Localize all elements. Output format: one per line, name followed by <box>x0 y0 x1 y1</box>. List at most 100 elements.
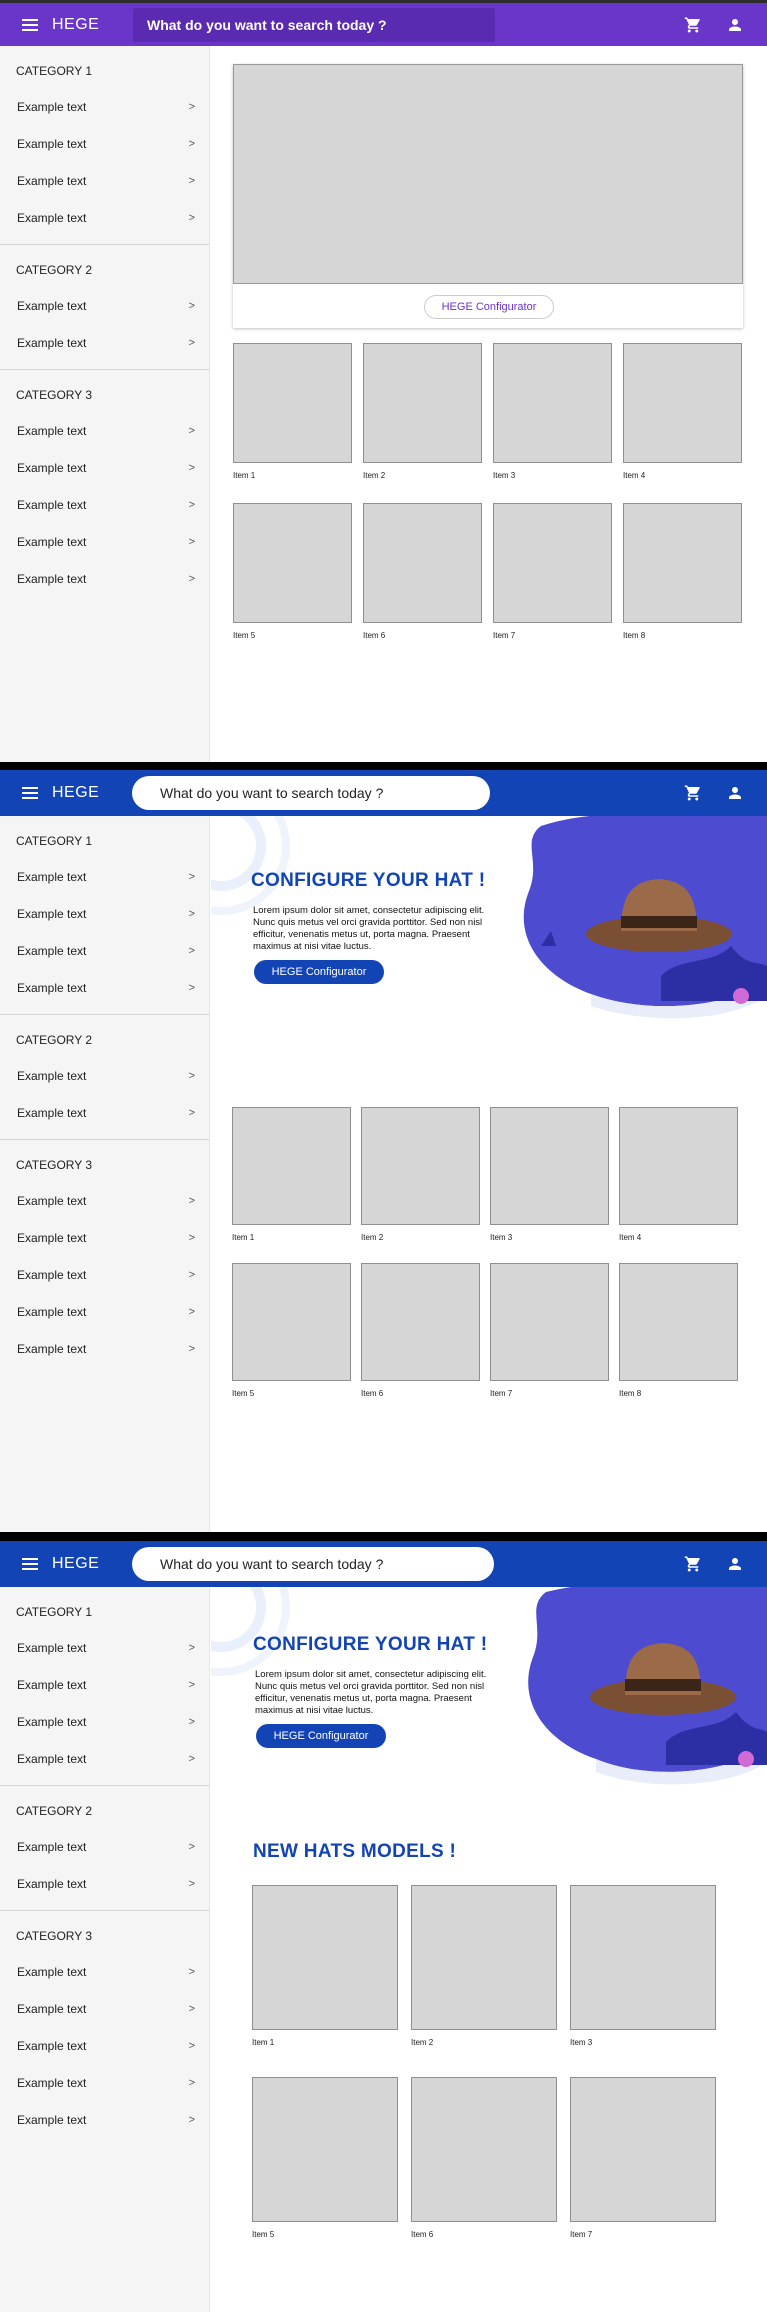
chevron-right-icon: > <box>188 1069 195 1082</box>
sidebar-item[interactable]: Example text > <box>0 932 209 969</box>
sidebar-item[interactable]: Example text > <box>0 1057 209 1094</box>
configurator-button[interactable]: HEGE Configurator <box>424 295 554 319</box>
product-tile[interactable]: Item 2 <box>361 1107 480 1242</box>
sidebar-item[interactable]: Example text > <box>0 199 209 236</box>
sidebar-item[interactable]: Example text > <box>0 1828 209 1865</box>
user-icon[interactable] <box>726 1555 744 1573</box>
search-input[interactable]: What do you want to search today ? <box>132 1547 494 1581</box>
product-label: Item 7 <box>570 2230 593 2239</box>
sidebar-item[interactable]: Example text > <box>0 2064 209 2101</box>
sidebar-item-label: Example text <box>17 980 87 995</box>
sidebar-item-label: Example text <box>17 423 87 438</box>
product-tile[interactable]: Item 6 <box>363 503 482 640</box>
cart-icon[interactable] <box>684 784 702 802</box>
chevron-right-icon: > <box>188 461 195 474</box>
sidebar-item[interactable]: Example text > <box>0 2101 209 2138</box>
product-tile[interactable]: Item 7 <box>570 2077 716 2239</box>
sidebar-item[interactable]: Example text > <box>0 858 209 895</box>
sidebar-item-label: Example text <box>17 2038 87 2053</box>
product-tile[interactable]: Item 2 <box>411 1885 557 2047</box>
product-label: Item 4 <box>619 1233 642 1242</box>
chevron-right-icon: > <box>188 1342 195 1355</box>
category-title: CATEGORY 1 <box>16 1605 93 1619</box>
category-title: CATEGORY 1 <box>16 64 93 78</box>
category-3: CATEGORY 3 Example text > Example text > Exam… <box>0 1140 209 1367</box>
product-tile[interactable]: Item 6 <box>361 1263 480 1398</box>
sidebar-item[interactable]: Example text > <box>0 1293 209 1330</box>
sidebar-item-label: Example text <box>17 1714 87 1729</box>
sidebar-item[interactable]: Example text > <box>0 895 209 932</box>
product-tile[interactable]: Item 6 <box>411 2077 557 2239</box>
product-tile[interactable]: Item 3 <box>493 343 612 480</box>
brand-logo[interactable]: HEGE <box>52 1555 99 1573</box>
product-tile[interactable]: Item 4 <box>623 343 742 480</box>
sidebar-item[interactable]: Example text > <box>0 486 209 523</box>
product-tile[interactable]: Item 1 <box>232 1107 351 1242</box>
sidebar-item-label: Example text <box>17 210 87 225</box>
sidebar-item[interactable]: Example text > <box>0 162 209 199</box>
user-icon[interactable] <box>726 784 744 802</box>
banner-image-placeholder <box>233 64 743 284</box>
product-tile[interactable]: Item 5 <box>233 503 352 640</box>
category-title: CATEGORY 2 <box>16 1804 93 1818</box>
sidebar-item[interactable]: Example text > <box>0 1953 209 1990</box>
chevron-right-icon: > <box>188 1106 195 1119</box>
sidebar-item[interactable]: Example text > <box>0 1256 209 1293</box>
sidebar-item-label: Example text <box>17 906 87 921</box>
sidebar-item[interactable]: Example text > <box>0 1219 209 1256</box>
menu-icon[interactable] <box>22 1558 38 1570</box>
brand-logo[interactable]: HEGE <box>52 784 99 802</box>
product-tile[interactable]: Item 1 <box>233 343 352 480</box>
brand-logo[interactable]: HEGE <box>52 16 99 34</box>
product-image-placeholder <box>619 1263 738 1381</box>
sidebar-item[interactable]: Example text > <box>0 2027 209 2064</box>
sidebar-item[interactable]: Example text > <box>0 412 209 449</box>
sidebar-item[interactable]: Example text > <box>0 324 209 361</box>
cart-icon[interactable] <box>684 1555 702 1573</box>
product-tile[interactable]: Item 2 <box>363 343 482 480</box>
product-tile[interactable]: Item 3 <box>490 1107 609 1242</box>
cart-icon[interactable] <box>684 16 702 34</box>
menu-icon[interactable] <box>22 18 38 31</box>
configurator-button[interactable]: HEGE Configurator <box>254 960 384 984</box>
sidebar-item-label: Example text <box>17 1640 87 1655</box>
sidebar-item[interactable]: Example text > <box>0 523 209 560</box>
category-title: CATEGORY 3 <box>16 388 93 402</box>
sidebar-item[interactable]: Example text > <box>0 1666 209 1703</box>
sidebar-item[interactable]: Example text > <box>0 1629 209 1666</box>
user-icon[interactable] <box>726 16 744 34</box>
menu-icon[interactable] <box>22 787 38 799</box>
search-input[interactable]: What do you want to search today ? <box>133 7 495 42</box>
product-tile[interactable]: Item 8 <box>619 1263 738 1398</box>
sidebar-item[interactable]: Example text > <box>0 1330 209 1367</box>
search-input[interactable]: What do you want to search today ? <box>132 776 490 810</box>
product-tile[interactable]: Item 8 <box>623 503 742 640</box>
product-tile[interactable]: Item 7 <box>490 1263 609 1398</box>
sidebar-item-label: Example text <box>17 1964 87 1979</box>
sidebar-item[interactable]: Example text > <box>0 969 209 1006</box>
sidebar-item-label: Example text <box>17 99 87 114</box>
product-tile[interactable]: Item 4 <box>619 1107 738 1242</box>
sidebar-item-label: Example text <box>17 869 87 884</box>
sidebar-item-label: Example text <box>17 534 87 549</box>
wireframe-2: HEGE What do you want to search today ? … <box>0 770 767 1532</box>
sidebar-item[interactable]: Example text > <box>0 88 209 125</box>
sidebar-item[interactable]: Example text > <box>0 560 209 597</box>
sidebar-item[interactable]: Example text > <box>0 1740 209 1777</box>
product-tile[interactable]: Item 1 <box>252 1885 398 2047</box>
sidebar-item[interactable]: Example text > <box>0 449 209 486</box>
sidebar-item[interactable]: Example text > <box>0 1703 209 1740</box>
sidebar-item[interactable]: Example text > <box>0 287 209 324</box>
sidebar-item[interactable]: Example text > <box>0 1182 209 1219</box>
product-image-placeholder <box>570 1885 716 2030</box>
product-tile[interactable]: Item 5 <box>252 2077 398 2239</box>
sidebar-item[interactable]: Example text > <box>0 125 209 162</box>
sidebar: CATEGORY 1 Example text > Example text > Exam… <box>0 46 210 762</box>
sidebar-item[interactable]: Example text > <box>0 1865 209 1902</box>
sidebar-item[interactable]: Example text > <box>0 1094 209 1131</box>
configurator-button[interactable]: HEGE Configurator <box>256 1724 386 1748</box>
product-tile[interactable]: Item 5 <box>232 1263 351 1398</box>
product-tile[interactable]: Item 7 <box>493 503 612 640</box>
sidebar-item[interactable]: Example text > <box>0 1990 209 2027</box>
product-tile[interactable]: Item 3 <box>570 1885 716 2047</box>
